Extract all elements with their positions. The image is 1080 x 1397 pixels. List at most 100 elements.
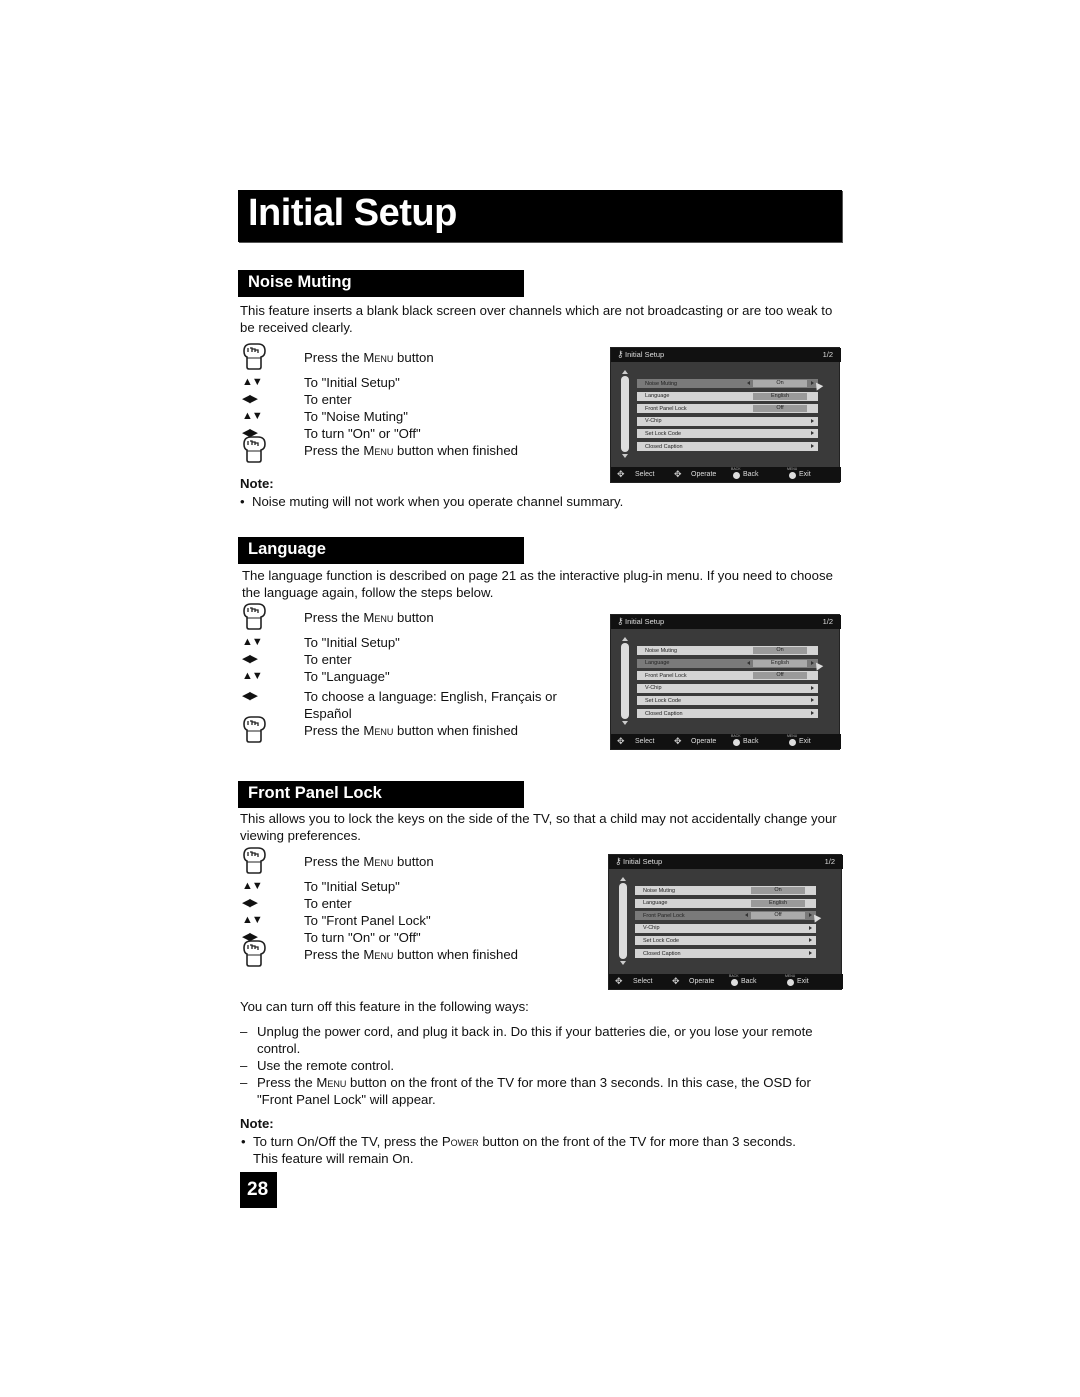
up-down-arrows-icon: ▲▼ bbox=[242, 376, 263, 388]
menu-key-label: MENU bbox=[785, 974, 796, 978]
step-text: To "Initial Setup" bbox=[304, 374, 594, 391]
scroll-down-arrow-icon[interactable] bbox=[622, 454, 628, 458]
osd-title: Initial Setup bbox=[623, 857, 663, 866]
right-arrow-icon bbox=[811, 431, 814, 436]
footer-select: Select bbox=[635, 738, 655, 745]
osd-menu-item[interactable]: Closed Caption bbox=[637, 709, 818, 718]
step-text-part: button bbox=[393, 610, 434, 625]
scroll-up-arrow-icon[interactable] bbox=[622, 370, 628, 374]
left-right-arrows-icon: ◀▶ bbox=[242, 897, 258, 909]
scroll-down-arrow-icon[interactable] bbox=[622, 721, 628, 725]
section-heading-text: Front Panel Lock bbox=[248, 784, 382, 802]
menu-keyword: Menu bbox=[363, 723, 394, 738]
osd-menu-item[interactable]: Closed Caption bbox=[635, 949, 816, 958]
osd-screen-language: ⚷ Initial Setup 1/2 Noise Muting On Language E… bbox=[610, 614, 841, 750]
step-text: Press the Menu button when finished bbox=[304, 722, 594, 739]
osd-menu-item[interactable]: V-Chip bbox=[635, 923, 816, 933]
step-text-part: To turn "On" or "Off" bbox=[304, 426, 421, 441]
step-text-part: To choose a language: English, Français … bbox=[304, 689, 557, 704]
osd-title: Initial Setup bbox=[625, 350, 665, 359]
osd-item-value: On bbox=[753, 647, 807, 654]
list-item-text: Use the remote control. bbox=[257, 1058, 395, 1073]
osd-menu-item[interactable]: Front Panel Lock Off bbox=[637, 404, 818, 414]
back-button-icon bbox=[731, 979, 738, 986]
footer-back: Back bbox=[743, 738, 759, 745]
step-text-part: button when finished bbox=[393, 443, 519, 458]
section-heading-language: Language bbox=[238, 537, 524, 564]
osd-menu-item[interactable]: Set Lock Code bbox=[637, 429, 818, 439]
osd-scrollbar[interactable] bbox=[621, 643, 629, 719]
section-heading-text: Noise Muting bbox=[248, 273, 352, 291]
osd-page-indicator: 1/2 bbox=[824, 857, 835, 866]
up-down-arrows-icon: ▲▼ bbox=[242, 410, 263, 422]
osd-item-label: Noise Muting bbox=[645, 380, 678, 387]
list-item-text: Press the bbox=[257, 1075, 317, 1090]
step-text: To "Initial Setup" bbox=[304, 634, 594, 651]
step-text-part: Press the bbox=[304, 947, 364, 962]
osd-item-label: Closed Caption bbox=[645, 443, 683, 450]
step-text-part: button bbox=[393, 854, 434, 869]
osd-screen-noise-muting: ⚷ Initial Setup 1/2 Noise Muting On Language E… bbox=[610, 347, 841, 483]
key-icon: ⚷ bbox=[615, 856, 622, 866]
osd-menu-item[interactable]: Language English bbox=[635, 898, 816, 908]
scroll-up-arrow-icon[interactable] bbox=[622, 637, 628, 641]
turn-off-ways-list: – Unplug the power cord, and plug it bac… bbox=[240, 1023, 842, 1108]
step-text: To "Front Panel Lock" bbox=[304, 912, 594, 929]
dash: – bbox=[240, 1058, 248, 1073]
turn-off-intro: You can turn off this feature in the fol… bbox=[240, 999, 529, 1014]
step-text: Press the Menu button bbox=[304, 853, 594, 870]
note-label: Note: bbox=[240, 476, 274, 491]
scroll-up-arrow-icon[interactable] bbox=[620, 877, 626, 881]
osd-scrollbar[interactable] bbox=[621, 376, 629, 452]
osd-footer: ✥ Select ✥ Operate BACK Back MENU Exit bbox=[609, 974, 843, 989]
osd-item-label: Noise Muting bbox=[643, 887, 676, 894]
osd-page-indicator: 1/2 bbox=[822, 350, 833, 359]
left-right-arrows-icon: ◀▶ bbox=[242, 690, 258, 702]
hand-press-icon bbox=[241, 342, 267, 370]
page-title: Initial Setup bbox=[248, 192, 457, 234]
hand-press-icon bbox=[241, 846, 267, 874]
hand-press-icon bbox=[241, 939, 267, 967]
osd-item-value: On bbox=[751, 887, 805, 894]
back-key-label: BACK bbox=[729, 974, 739, 978]
hand-press-icon bbox=[241, 715, 267, 743]
osd-menu-item[interactable]: Language English bbox=[637, 658, 818, 668]
osd-menu-item[interactable]: Language English bbox=[637, 391, 818, 401]
page-number: 28 bbox=[247, 1179, 269, 1200]
left-right-arrows-icon: ◀▶ bbox=[242, 653, 258, 665]
scroll-down-arrow-icon[interactable] bbox=[620, 961, 626, 965]
note-text: To turn On/Off the TV, press the bbox=[253, 1134, 442, 1149]
noise-muting-intro: This feature inserts a blank black scree… bbox=[240, 303, 833, 335]
menu-keyword: Menu bbox=[363, 947, 394, 962]
hand-press-icon bbox=[241, 602, 267, 630]
osd-menu-item[interactable]: Noise Muting On bbox=[637, 646, 818, 655]
section-heading-text: Language bbox=[248, 540, 326, 558]
osd-menu-item[interactable]: Noise Muting On bbox=[637, 379, 818, 388]
osd-menu-item[interactable]: Set Lock Code bbox=[637, 696, 818, 706]
step-text-part: To enter bbox=[304, 896, 352, 911]
step-text: Press the Menu button when finished bbox=[304, 946, 594, 963]
footer-exit: Exit bbox=[799, 471, 811, 478]
section-heading-noise-muting: Noise Muting bbox=[238, 270, 524, 297]
dpad-icon: ✥ bbox=[674, 469, 682, 479]
osd-menu-item[interactable]: Front Panel Lock Off bbox=[637, 671, 818, 681]
key-icon: ⚷ bbox=[617, 349, 624, 359]
up-down-arrows-icon: ▲▼ bbox=[242, 670, 263, 682]
noise-muting-note: • Noise muting will not work when you op… bbox=[240, 493, 840, 510]
osd-menu-item[interactable]: Noise Muting On bbox=[635, 886, 816, 895]
osd-menu-item[interactable]: Closed Caption bbox=[637, 442, 818, 451]
osd-menu-item[interactable]: Set Lock Code bbox=[635, 936, 816, 946]
osd-scrollbar[interactable] bbox=[619, 883, 627, 959]
osd-menu-item[interactable]: Front Panel Lock Off bbox=[635, 911, 816, 921]
osd-item-label: V-Chip bbox=[645, 685, 662, 692]
dash: – bbox=[240, 1024, 248, 1039]
osd-menu-item[interactable]: V-Chip bbox=[637, 683, 818, 693]
osd-menu-item[interactable]: V-Chip bbox=[637, 416, 818, 426]
osd-item-label: Front Panel Lock bbox=[645, 405, 687, 412]
up-down-arrows-icon: ▲▼ bbox=[242, 914, 263, 926]
right-arrow-icon bbox=[809, 951, 812, 955]
osd-item-label: Set Lock Code bbox=[643, 937, 680, 944]
power-keyword: Power bbox=[441, 1134, 479, 1149]
footer-exit: Exit bbox=[797, 978, 809, 985]
right-arrow-icon bbox=[809, 925, 812, 930]
